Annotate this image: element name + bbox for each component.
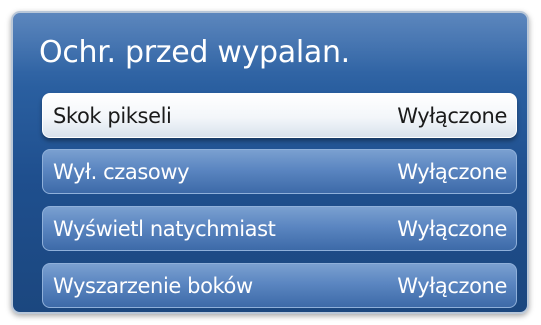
menu-item-label: Wyszarzenie boków [53,273,253,298]
menu-item-value: Wyłączone [397,216,507,241]
menu-item-value: Wyłączone [397,273,507,298]
menu-item-label: Skok pikseli [53,103,172,128]
menu-item-label: Wył. czasowy [53,159,190,184]
menu-item-value: Wyłączone [397,103,507,128]
menu-item-label: Wyświetl natychmiast [53,216,276,241]
menu-item-immediate-display[interactable]: Wyświetl natychmiast Wyłączone [42,206,517,251]
menu-item-timer[interactable]: Wył. czasowy Wyłączone [42,149,517,194]
menu-item-pixel-shift[interactable]: Skok pikseli Wyłączone [42,93,517,138]
burn-in-protection-panel: Ochr. przed wypalan. Skok pikseli Wyłącz… [11,11,529,314]
menu-title: Ochr. przed wypalan. [39,35,350,70]
menu-item-value: Wyłączone [397,159,507,184]
menu-item-side-gray[interactable]: Wyszarzenie boków Wyłączone [42,263,517,308]
